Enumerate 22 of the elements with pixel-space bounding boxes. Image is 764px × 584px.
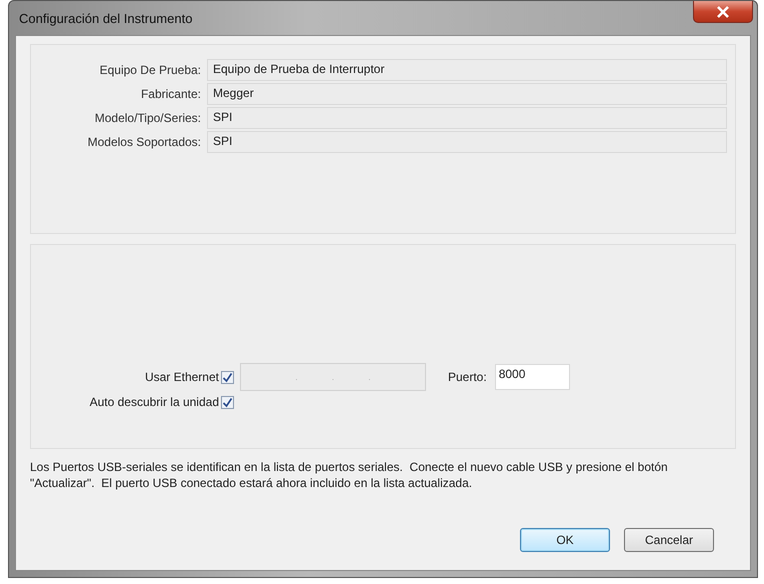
dialog-button[interactable]: Cancelar (624, 528, 714, 552)
read-only-field: SPI (207, 107, 727, 129)
field-label: Modelos Soportados: (86, 135, 202, 149)
checkbox-label: Auto descubrir la unidad (88, 395, 220, 409)
read-only-field: Equipo de Prueba de Interruptor (207, 59, 727, 81)
close-icon (716, 6, 730, 18)
port-field[interactable]: 8000 (494, 364, 570, 390)
check-icon (222, 396, 233, 408)
window-title: Configuración del Instrumento (18, 10, 192, 26)
close-button[interactable] (693, 1, 753, 23)
port-label: Puerto: (448, 370, 487, 384)
dialog-button[interactable]: OK (520, 528, 610, 552)
auto-discover-checkbox[interactable] (221, 396, 234, 408)
check-icon (222, 372, 233, 382)
usb-note: Los Puertos USB-seriales se identifican en la lista de puertos seriales. Conecte el nuevo cable USB y presione el botón "Actualizar". El puerto USB conectado estará ahora incluido en la lista actualizada. (30, 459, 669, 491)
ethernet-checkbox[interactable] (221, 370, 234, 384)
read-only-field: SPI (207, 131, 727, 153)
checkbox-label: Usar Ethernet (144, 370, 220, 384)
field-label: Modelo/Tipo/Series: (94, 111, 202, 125)
field-label: Fabricante: (140, 87, 202, 101)
read-only-field: Megger (207, 83, 727, 105)
field-label: Equipo De Prueba: (98, 63, 202, 77)
